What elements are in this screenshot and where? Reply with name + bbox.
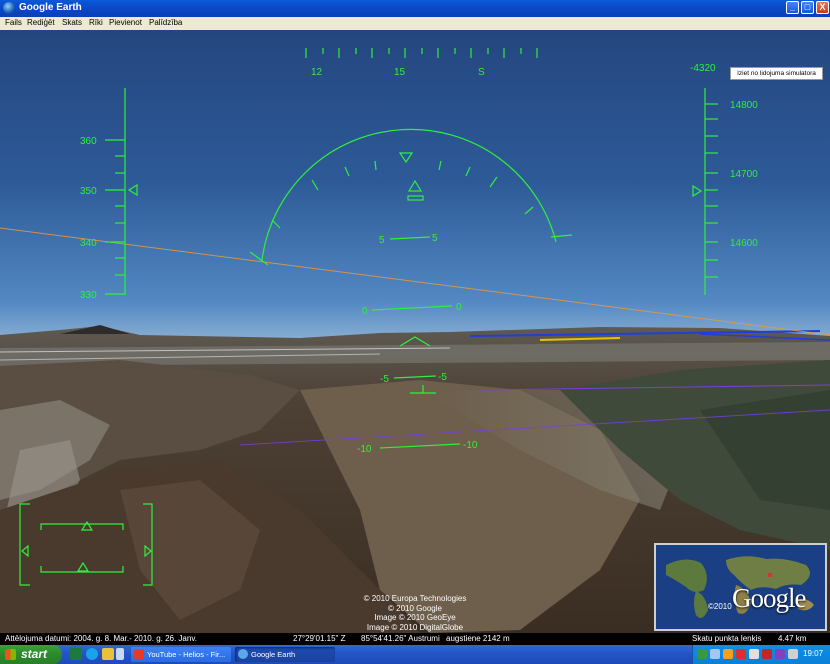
quick-launch-chevron-icon[interactable] (116, 648, 124, 660)
internet-explorer-icon[interactable] (86, 648, 98, 660)
minimap-copyright: ©2010 (708, 602, 732, 611)
quick-launch-icon[interactable] (70, 648, 82, 660)
heading-label-12: 12 (311, 67, 323, 78)
pitch-label-minus5-right: -5 (438, 372, 447, 383)
imagery-copyright: © 2010 Europa Technologies © 2010 Google… (340, 594, 490, 632)
menu-add[interactable]: Pievienot (109, 18, 142, 27)
status-bar: Attēlojuma datumi: 2004. g. 8. Mar.- 201… (0, 633, 830, 645)
overview-map[interactable]: Google ©2010 (654, 543, 827, 631)
copyright-line: Image © 2010 GeoEye (374, 613, 456, 622)
pitch-label-minus10-left: -10 (357, 444, 372, 455)
speed-label-350: 350 (80, 186, 97, 197)
tray-network-icon[interactable] (710, 649, 720, 659)
heading-label-s: S (478, 67, 485, 78)
imagery-date: Attēlojuma datumi: 2004. g. 8. Mar.- 201… (5, 634, 197, 643)
task-label: Google Earth (251, 650, 296, 659)
volume-icon[interactable] (788, 649, 798, 659)
pitch-label-0-right: 0 (456, 302, 462, 313)
tray-app-icon[interactable] (749, 649, 759, 659)
eye-altitude-label: Skatu punkta lenķis (692, 634, 762, 643)
menu-file[interactable]: Fails (5, 18, 22, 27)
google-logo: Google (732, 583, 806, 613)
exit-flight-simulator-button[interactable]: Iziet no lidojuma simulatora (730, 67, 823, 80)
task-label: YouTube - Helios - Fir... (147, 650, 226, 659)
windows-flag-icon (5, 649, 16, 660)
copyright-line: © 2010 Google (388, 603, 442, 613)
altitude-label-14700: 14700 (730, 169, 758, 180)
tray-app-icon[interactable] (697, 649, 707, 659)
copyright-line: © 2010 Europa Technologies (363, 594, 467, 603)
copyright-line: Image © 2010 DigitalGlobe (366, 622, 464, 632)
menu-tools[interactable]: Rīki (89, 18, 103, 27)
speed-label-330: 330 (80, 290, 97, 301)
eye-altitude-value: 4.47 km (778, 634, 807, 643)
tray-app-icon[interactable] (762, 649, 772, 659)
altitude-label-14800: 14800 (730, 100, 758, 111)
pitch-label-minus5-left: -5 (380, 374, 389, 385)
menu-help[interactable]: Palīdzība (149, 18, 182, 27)
system-tray: 19:07 (692, 645, 830, 664)
menu-edit[interactable]: Rediģēt (27, 18, 55, 27)
pitch-label-0-left: 0 (362, 306, 368, 317)
firefox-icon (134, 649, 144, 659)
maximize-button[interactable]: □ (801, 1, 814, 14)
google-earth-app-icon (3, 2, 15, 14)
window-title: Google Earth (19, 2, 82, 13)
longitude-readout: 85°54'41.26" Austrumi (361, 634, 440, 643)
latitude-readout: 27°29'01.15" Z (293, 634, 346, 643)
taskbar-item-google-earth[interactable]: Google Earth (235, 647, 335, 662)
tray-app-icon[interactable] (723, 649, 733, 659)
altitude-label-14600: 14600 (730, 238, 758, 249)
close-button[interactable]: X (816, 1, 829, 14)
clock[interactable]: 19:07 (803, 649, 823, 658)
title-bar: Google Earth _ □ X (0, 0, 830, 17)
start-button[interactable]: start (0, 645, 62, 664)
tray-security-icon[interactable] (736, 649, 746, 659)
start-label: start (21, 647, 48, 661)
google-earth-icon (238, 649, 248, 659)
speed-label-360: 360 (80, 136, 97, 147)
minimize-button[interactable]: _ (786, 1, 799, 14)
taskbar-item-youtube[interactable]: YouTube - Helios - Fir... (131, 647, 231, 662)
show-desktop-icon[interactable] (102, 648, 114, 660)
tray-app-icon[interactable] (775, 649, 785, 659)
elevation-readout: augstiene 2142 m (446, 634, 510, 643)
vertical-speed-readout: -4320 (690, 63, 716, 74)
pitch-label-5-right: 5 (432, 233, 438, 244)
menu-bar: Fails Rediģēt Skats Rīki Pievienot Palīd… (0, 17, 830, 30)
pitch-label-minus10-right: -10 (463, 440, 478, 451)
menu-view[interactable]: Skats (62, 18, 82, 27)
speed-label-340: 340 (80, 238, 97, 249)
heading-label-15: 15 (394, 67, 406, 78)
pitch-label-5-left: 5 (379, 235, 385, 246)
taskbar: start YouTube - Helios - Fir... Google E… (0, 645, 830, 664)
